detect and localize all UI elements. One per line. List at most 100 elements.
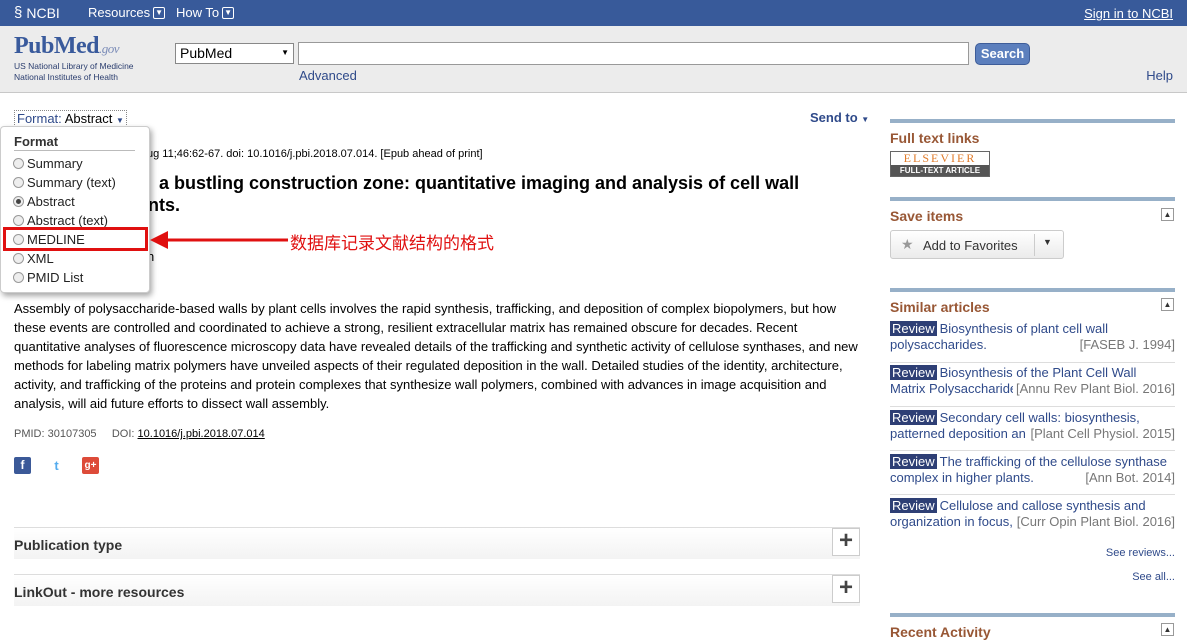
format-value: Abstract: [64, 111, 113, 126]
elsevier-logo-text: ELSEVIER: [891, 152, 989, 165]
ncbi-logo[interactable]: § NCBI: [14, 4, 60, 21]
review-badge: Review: [890, 498, 937, 513]
full-text-links-heading: Full text links: [890, 130, 980, 146]
similar-article-source: [Plant Cell Physiol. 2015]: [1027, 426, 1175, 442]
format-option-xml[interactable]: XML: [13, 251, 54, 266]
similar-article-source: [Ann Bot. 2014]: [1082, 470, 1175, 486]
help-link[interactable]: Help: [1146, 68, 1173, 83]
collapse-icon[interactable]: ▲: [1161, 298, 1174, 311]
pubmed-brand: PubMed.gov: [14, 33, 120, 59]
sidebar-rule: [890, 119, 1175, 123]
format-option-abstract[interactable]: Abstract: [13, 194, 75, 209]
add-to-favorites-label: Add to Favorites: [923, 238, 1018, 253]
format-option-summary[interactable]: Summary: [13, 156, 83, 171]
sidebar-rule: [890, 288, 1175, 292]
resources-label: Resources: [88, 5, 151, 20]
similar-articles-heading: Similar articles: [890, 299, 990, 315]
format-toggle[interactable]: Format: Abstract ▼: [14, 110, 127, 127]
elsevier-full-text-link[interactable]: ELSEVIER FULL-TEXT ARTICLE: [890, 151, 990, 177]
annotation-arrow-icon: [150, 231, 288, 249]
expand-plus-icon[interactable]: +: [832, 575, 860, 603]
medline-highlight-box: [3, 227, 148, 251]
recent-activity-heading: Recent Activity: [890, 624, 991, 640]
twitter-icon[interactable]: t: [48, 457, 65, 474]
chevron-down-icon: ▼: [153, 6, 166, 19]
facebook-icon[interactable]: f: [14, 457, 31, 474]
sidebar-rule: [890, 613, 1175, 617]
see-reviews-link[interactable]: See reviews...: [1106, 547, 1175, 559]
see-all-link[interactable]: See all...: [1132, 571, 1175, 583]
search-header: PubMed.gov US National Library of Medici…: [0, 26, 1187, 93]
similar-article-source: [FASEB J. 1994]: [1076, 337, 1175, 353]
divider: [890, 406, 1175, 407]
send-to-label: Send to: [810, 110, 858, 125]
send-to-menu[interactable]: Send to ▼: [810, 110, 869, 125]
ncbi-helix-icon: §: [14, 4, 23, 21]
search-button[interactable]: Search: [975, 43, 1030, 65]
social-share: f t g+: [14, 457, 99, 474]
sidebar-rule: [890, 197, 1175, 201]
format-option-abstract-text[interactable]: Abstract (text): [13, 213, 108, 228]
radio-icon[interactable]: [13, 272, 24, 283]
search-input[interactable]: [298, 42, 969, 65]
linkout-section[interactable]: LinkOut - more resources +: [14, 574, 860, 606]
nlm-text: US National Library of Medicine: [14, 61, 134, 71]
citation-line: ug 11;46:62-67. doi: 10.1016/j.pbi.2018.…: [147, 148, 483, 160]
format-option-pmid-list[interactable]: PMID List: [13, 270, 83, 285]
expand-plus-icon[interactable]: +: [832, 528, 860, 556]
database-select-value: PubMed: [180, 45, 233, 61]
review-badge: Review: [890, 365, 937, 380]
resources-menu[interactable]: Resources ▼: [88, 5, 166, 20]
sign-in-link[interactable]: Sign in to NCBI: [1084, 6, 1173, 21]
similar-article-source: [Curr Opin Plant Biol. 2016]: [1013, 514, 1175, 530]
ncbi-top-bar: § NCBI Resources ▼ How To ▼ Sign in to N…: [0, 0, 1187, 26]
pubmed-logo[interactable]: PubMed.gov US National Library of Medici…: [14, 33, 154, 82]
nih-text: National Institutes of Health: [14, 72, 118, 82]
format-option-summary-text[interactable]: Summary (text): [13, 175, 116, 190]
radio-icon[interactable]: [13, 215, 24, 226]
format-dropdown-header: Format: [14, 134, 135, 151]
radio-selected-icon[interactable]: [13, 196, 24, 207]
doi-label: DOI:: [111, 428, 135, 440]
publication-type-section[interactable]: Publication type +: [14, 527, 860, 559]
google-plus-icon[interactable]: g+: [82, 457, 99, 474]
dropdown-caret-icon[interactable]: ▼: [1043, 237, 1052, 247]
article-ids: PMID: 30107305 DOI: 10.1016/j.pbi.2018.0…: [14, 428, 265, 440]
howto-label: How To: [176, 5, 220, 20]
pmid-text: PMID: 30107305: [14, 428, 97, 440]
similar-article-item[interactable]: Review Biosynthesis of the Plant Cell Wal…: [890, 365, 1175, 397]
radio-icon[interactable]: [13, 158, 24, 169]
ncbi-logo-text: NCBI: [26, 4, 60, 21]
save-items-heading: Save items: [890, 208, 964, 224]
chevron-down-icon: ▼: [222, 6, 235, 19]
abstract-text: Assembly of polysaccharide-based walls b…: [14, 301, 858, 412]
doi-link[interactable]: 10.1016/j.pbi.2018.07.014: [138, 428, 265, 440]
similar-article-item[interactable]: Review Biosynthesis of plant cell wall po…: [890, 321, 1175, 353]
howto-menu[interactable]: How To ▼: [176, 5, 235, 20]
similar-article-source: [Annu Rev Plant Biol. 2016]: [1013, 381, 1175, 397]
divider: [890, 450, 1175, 451]
caret-down-icon: ▼: [861, 115, 870, 124]
radio-icon[interactable]: [13, 177, 24, 188]
format-label: Format: [17, 111, 59, 126]
review-badge: Review: [890, 410, 937, 425]
button-divider: [1034, 234, 1035, 256]
section-title: Publication type: [14, 537, 123, 553]
database-select[interactable]: PubMed ▼: [175, 43, 294, 64]
radio-icon[interactable]: [13, 253, 24, 264]
divider: [890, 362, 1175, 363]
collapse-icon[interactable]: ▲: [1161, 623, 1174, 636]
star-icon: ★: [901, 236, 914, 252]
advanced-search-link[interactable]: Advanced: [299, 68, 357, 83]
add-to-favorites-button[interactable]: ★ Add to Favorites ▼: [890, 230, 1064, 259]
similar-article-item[interactable]: Review The trafficking of the cellulose s…: [890, 454, 1175, 486]
similar-article-item[interactable]: Review Cellulose and callose synthesis an…: [890, 498, 1175, 530]
review-badge: Review: [890, 454, 937, 469]
dropdown-caret-icon: ▼: [281, 48, 289, 57]
caret-down-icon: ▼: [116, 116, 124, 125]
elsevier-sub-text: FULL-TEXT ARTICLE: [891, 165, 989, 176]
annotation-text: 数据库记录文献结构的格式: [290, 234, 494, 254]
similar-article-item[interactable]: Review Secondary cell walls: biosynthesis…: [890, 410, 1175, 442]
review-badge: Review: [890, 321, 937, 336]
collapse-icon[interactable]: ▲: [1161, 208, 1174, 221]
